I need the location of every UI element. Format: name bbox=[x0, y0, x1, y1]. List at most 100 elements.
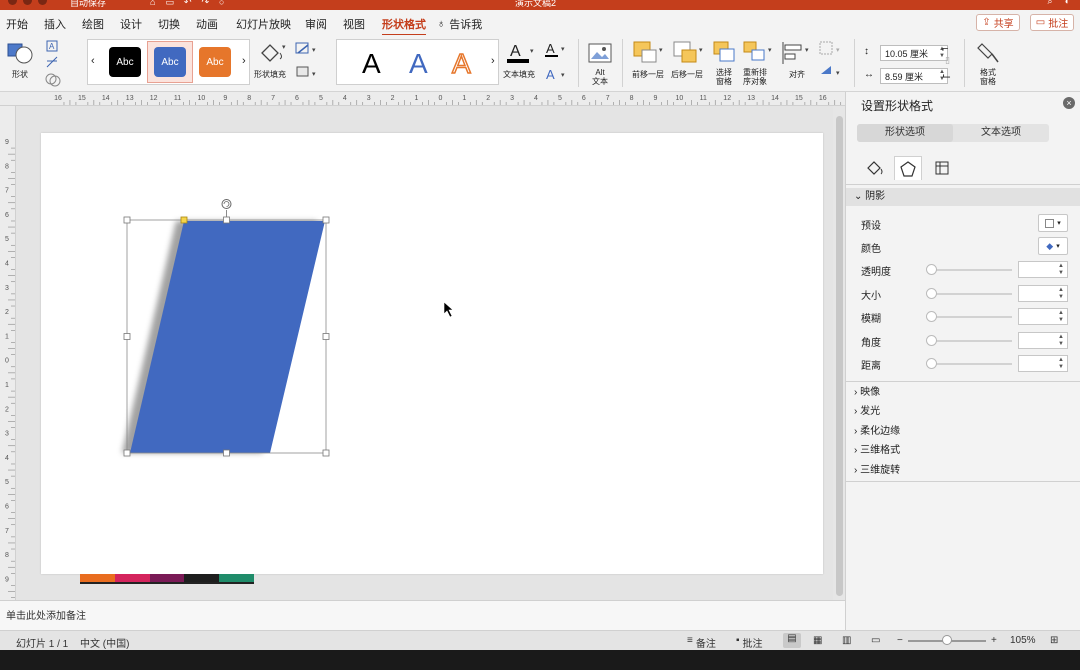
share-button[interactable]: ⇪ 共享 bbox=[976, 14, 1020, 31]
wordart-blue[interactable]: A bbox=[409, 48, 428, 80]
reading-view-icon[interactable]: ▥ bbox=[842, 635, 851, 646]
transparency-input[interactable]: ▲ ▼ bbox=[1018, 261, 1068, 278]
slide[interactable] bbox=[41, 133, 823, 574]
tab-home[interactable]: 开始 bbox=[6, 16, 28, 32]
search-icon[interactable]: ⌕ bbox=[1048, 0, 1053, 7]
size-dialog-icon-2[interactable]: ⌙ bbox=[942, 69, 951, 82]
slide-sorter-icon[interactable]: ▦ bbox=[813, 635, 822, 646]
blur-input[interactable]: ▲ ▼ bbox=[1018, 308, 1068, 325]
bring-forward-button[interactable]: ▾ bbox=[632, 40, 666, 68]
section-glow[interactable]: › 发光 bbox=[846, 402, 1080, 421]
tab-tell-me[interactable]: ♁ 告诉我 bbox=[437, 16, 482, 32]
comments-button[interactable]: ▭ 批注 bbox=[1030, 14, 1074, 31]
alt-text-button[interactable] bbox=[587, 41, 613, 67]
size-properties-tab[interactable] bbox=[928, 156, 956, 180]
selection-pane-button[interactable] bbox=[712, 40, 738, 68]
zoom-window-icon[interactable] bbox=[38, 0, 47, 5]
blur-slider[interactable] bbox=[930, 316, 1012, 318]
minimize-window-icon[interactable] bbox=[23, 0, 32, 5]
distance-slider[interactable] bbox=[930, 363, 1012, 365]
transparency-stepper-icon[interactable]: ▲ ▼ bbox=[1058, 263, 1064, 277]
preset-dropdown[interactable]: ▾ bbox=[1038, 214, 1068, 232]
text-outline-effects-icons[interactable]: A ▾ A ▾ bbox=[542, 39, 570, 85]
normal-view-icon[interactable]: ▤ bbox=[783, 633, 801, 648]
width-field[interactable]: 8.59 厘米 ▲ ▼ bbox=[880, 68, 948, 84]
close-window-icon[interactable] bbox=[8, 0, 17, 5]
tab-shape-options[interactable]: 形状选项 bbox=[857, 124, 953, 142]
style-black[interactable]: Abc bbox=[109, 47, 141, 77]
notes-pane[interactable]: 单击此处添加备注 bbox=[0, 600, 845, 630]
send-backward-button[interactable]: ▾ bbox=[672, 40, 706, 68]
comments-status-button[interactable]: ▪ 批注 bbox=[736, 635, 763, 650]
zoom-level[interactable]: 105% bbox=[1010, 635, 1036, 646]
redo-icon[interactable]: ↷ bbox=[202, 0, 210, 8]
blur-stepper-icon[interactable]: ▲ ▼ bbox=[1058, 310, 1064, 324]
tab-transitions[interactable]: 切换 bbox=[158, 16, 180, 32]
zoom-out-icon[interactable]: − bbox=[897, 635, 903, 646]
reorder-objects-button[interactable]: ▾ bbox=[742, 40, 776, 68]
tab-text-options[interactable]: 文本选项 bbox=[953, 124, 1049, 142]
shape-fill-button[interactable]: ▾ bbox=[256, 39, 288, 67]
window-controls[interactable] bbox=[8, 0, 47, 5]
home-icon[interactable]: ⌂ bbox=[150, 0, 155, 8]
angle-slider[interactable] bbox=[930, 340, 1012, 342]
tab-review[interactable]: 审阅 bbox=[305, 16, 327, 32]
fill-line-tab[interactable] bbox=[860, 156, 888, 180]
zoom-in-icon[interactable]: + bbox=[991, 635, 997, 646]
gallery-prev-icon[interactable]: ‹ bbox=[91, 55, 95, 67]
notes-button[interactable]: ≡ 备注 bbox=[687, 635, 716, 650]
insert-shapes-button[interactable] bbox=[6, 40, 36, 68]
text-fill-button[interactable]: A ▾ bbox=[504, 39, 534, 67]
height-field[interactable]: 10.05 厘米 ▲ ▼ bbox=[880, 45, 948, 61]
parallelogram-shape[interactable] bbox=[130, 221, 325, 453]
wordart-next-icon[interactable]: › bbox=[491, 55, 495, 67]
tab-view[interactable]: 视图 bbox=[343, 16, 365, 32]
outline-effects-icons[interactable]: ▾ ▾ bbox=[294, 41, 322, 85]
tab-shape-format[interactable]: 形状格式 bbox=[382, 16, 426, 36]
shadow-section-header[interactable]: ⌄ 阴影 bbox=[846, 188, 1080, 206]
vertical-scrollbar[interactable] bbox=[836, 116, 843, 596]
section-soft-edges[interactable]: › 柔化边缘 bbox=[846, 422, 1080, 441]
distance-slider-knob[interactable] bbox=[926, 358, 937, 369]
tab-draw[interactable]: 绘图 bbox=[82, 16, 104, 32]
slideshow-icon[interactable]: ▭ bbox=[871, 635, 880, 646]
angle-input[interactable]: ▲ ▼ bbox=[1018, 332, 1068, 349]
group-rotate-icons[interactable]: ▾ ▾ bbox=[818, 40, 848, 88]
gallery-next-icon[interactable]: › bbox=[242, 55, 246, 67]
tab-design[interactable]: 设计 bbox=[120, 16, 142, 32]
distance-input[interactable]: ▲ ▼ bbox=[1018, 355, 1068, 372]
size-slider-knob[interactable] bbox=[926, 288, 937, 299]
account-icon[interactable]: ◐ bbox=[1065, 0, 1070, 7]
section-reflection[interactable]: › 映像 bbox=[846, 383, 1080, 402]
tab-insert[interactable]: 插入 bbox=[44, 16, 66, 32]
transparency-slider[interactable] bbox=[930, 269, 1012, 271]
blur-slider-knob[interactable] bbox=[926, 311, 937, 322]
effects-tab[interactable] bbox=[894, 156, 922, 180]
fit-to-window-icon[interactable]: ⊞ bbox=[1050, 635, 1058, 646]
size-input[interactable]: ▲ ▼ bbox=[1018, 285, 1068, 302]
size-slider[interactable] bbox=[930, 293, 1012, 295]
align-button[interactable]: ▾ bbox=[780, 40, 814, 68]
wordart-orange-outline[interactable]: A bbox=[451, 47, 471, 80]
wordart-black[interactable]: A bbox=[362, 48, 381, 80]
section-3d-rotation[interactable]: › 三维旋转 bbox=[846, 461, 1080, 480]
tab-animations[interactable]: 动画 bbox=[196, 16, 218, 32]
lock-aspect-icon[interactable]: ▯ bbox=[945, 55, 950, 66]
angle-slider-knob[interactable] bbox=[926, 335, 937, 346]
language-indicator[interactable]: 中文 (中国) bbox=[80, 635, 129, 650]
edit-shape-icons[interactable]: A bbox=[45, 39, 67, 87]
size-stepper-icon[interactable]: ▲ ▼ bbox=[1058, 287, 1064, 301]
distance-stepper-icon[interactable]: ▲ ▼ bbox=[1058, 357, 1064, 371]
format-pane-button[interactable] bbox=[976, 40, 1002, 66]
size-dialog-icon[interactable]: ⌐ bbox=[942, 43, 948, 55]
adjustment-handle[interactable] bbox=[180, 216, 188, 224]
tab-slideshow[interactable]: 幻灯片放映 bbox=[236, 16, 291, 32]
save-icon[interactable]: ▭ bbox=[165, 0, 174, 8]
rotate-handle-icon[interactable] bbox=[221, 199, 232, 209]
style-blue[interactable]: Abc bbox=[154, 47, 186, 77]
section-3d-format[interactable]: › 三维格式 bbox=[846, 441, 1080, 460]
color-dropdown[interactable]: ◆ ▾ bbox=[1038, 237, 1068, 255]
repeat-icon[interactable]: ○ bbox=[219, 0, 224, 8]
transparency-slider-knob[interactable] bbox=[926, 264, 937, 275]
undo-icon[interactable]: ↶ bbox=[184, 0, 192, 8]
